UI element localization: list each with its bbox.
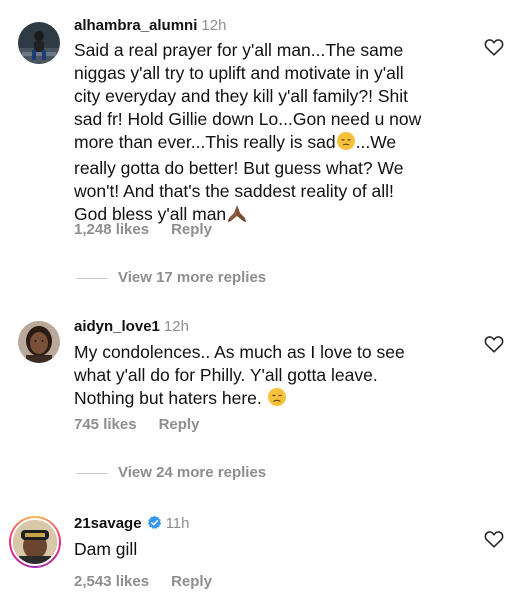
view-replies-label: View 24 more replies <box>118 464 267 481</box>
divider-line <box>76 277 108 279</box>
username[interactable]: aidyn_love1 <box>74 318 160 335</box>
reply-button[interactable]: Reply <box>171 573 212 590</box>
avatar[interactable] <box>18 321 60 363</box>
comment-text: Dam gill <box>74 538 474 561</box>
avatar[interactable] <box>9 516 61 568</box>
timestamp: 11h <box>165 515 190 532</box>
view-replies-button[interactable]: View 17 more replies <box>76 269 266 289</box>
comment-line: Nothing but haters here. <box>74 387 474 413</box>
comment-fragment: ...We <box>355 132 397 152</box>
avatar-image <box>11 518 59 566</box>
timestamp: 12h <box>163 318 189 335</box>
view-replies-label: View 17 more replies <box>118 269 267 286</box>
divider-line <box>76 472 108 474</box>
heart-outline-icon[interactable] <box>484 530 504 548</box>
comment-header: 21savage 11h <box>74 515 189 535</box>
comment-meta: 1,248 likes Reply <box>74 221 212 238</box>
heart-outline-icon[interactable] <box>484 335 504 353</box>
verified-badge-icon <box>147 515 162 535</box>
comment-line: niggas y'all try to uplift and motivate … <box>74 63 404 83</box>
comment-header: alhambra_alumni 12h <box>74 17 226 35</box>
comment-fragment: more than ever...This really is sad <box>74 132 336 152</box>
heart-outline-icon[interactable] <box>484 38 504 56</box>
like-count[interactable]: 2,543 likes <box>74 573 149 590</box>
comment-line: Said a real prayer for y'all man...The s… <box>74 40 404 60</box>
pensive-face-emoji <box>336 131 356 157</box>
reply-button[interactable]: Reply <box>159 416 200 433</box>
comment-meta: 745 likes Reply <box>74 416 199 433</box>
comment-line: won't! And that's the saddest reality of… <box>74 181 394 201</box>
comment-line: what y'all do for Philly. Y'all gotta le… <box>74 365 378 385</box>
comment-meta: 2,543 likes Reply <box>74 573 212 590</box>
comment-line: Dam gill <box>74 539 138 559</box>
comment-line: really gotta do better! But guess what? … <box>74 158 404 178</box>
comment-line: city everyday and they kill y'all family… <box>74 86 409 106</box>
avatar-image <box>18 22 60 64</box>
comment-header: aidyn_love1 12h <box>74 318 189 336</box>
comment-fragment: Nothing but haters here. <box>74 388 262 408</box>
username[interactable]: 21savage <box>74 515 142 532</box>
like-count[interactable]: 1,248 likes <box>74 221 149 238</box>
timestamp: 12h <box>201 17 227 34</box>
comment-line: more than ever...This really is sad ...We <box>74 131 474 157</box>
view-replies-button[interactable]: View 24 more replies <box>76 464 266 484</box>
username[interactable]: alhambra_alumni <box>74 17 197 34</box>
avatar-image <box>18 321 60 363</box>
like-count[interactable]: 745 likes <box>74 416 137 433</box>
reply-button[interactable]: Reply <box>171 221 212 238</box>
comment-text: My condolences.. As much as I love to se… <box>74 341 474 413</box>
comment-text: Said a real prayer for y'all man...The s… <box>74 39 474 229</box>
folded-hands-emoji <box>226 203 248 229</box>
comment-line: My condolences.. As much as I love to se… <box>74 342 405 362</box>
comment-line: sad fr! Hold Gillie down Lo...Gon need u… <box>74 109 422 129</box>
avatar[interactable] <box>18 22 60 64</box>
disappointed-face-emoji <box>267 387 287 413</box>
